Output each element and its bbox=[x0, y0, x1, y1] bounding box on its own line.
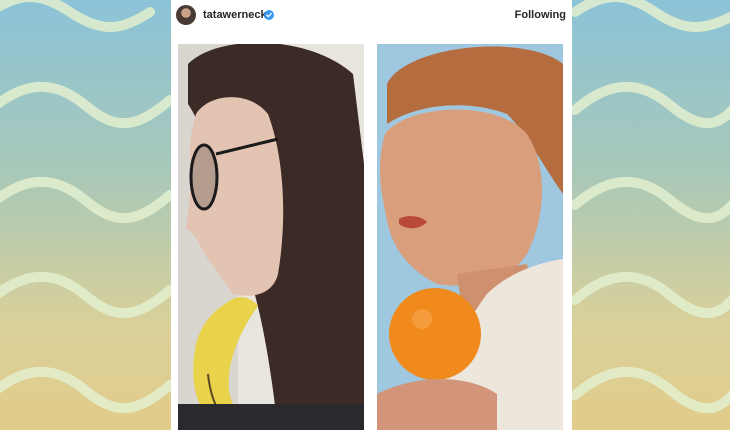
verified-badge-icon bbox=[264, 10, 274, 20]
photo-orange[interactable] bbox=[377, 44, 563, 430]
photo-banana[interactable] bbox=[178, 44, 364, 430]
banana-portrait-image bbox=[178, 44, 364, 430]
following-button[interactable]: Following bbox=[515, 9, 566, 21]
orange-portrait-image bbox=[377, 44, 563, 430]
post-header: tatawerneck Following bbox=[171, 0, 572, 32]
instagram-post-card: tatawerneck Following bbox=[171, 0, 572, 430]
username[interactable]: tatawerneck bbox=[203, 9, 267, 21]
avatar[interactable] bbox=[176, 5, 196, 25]
